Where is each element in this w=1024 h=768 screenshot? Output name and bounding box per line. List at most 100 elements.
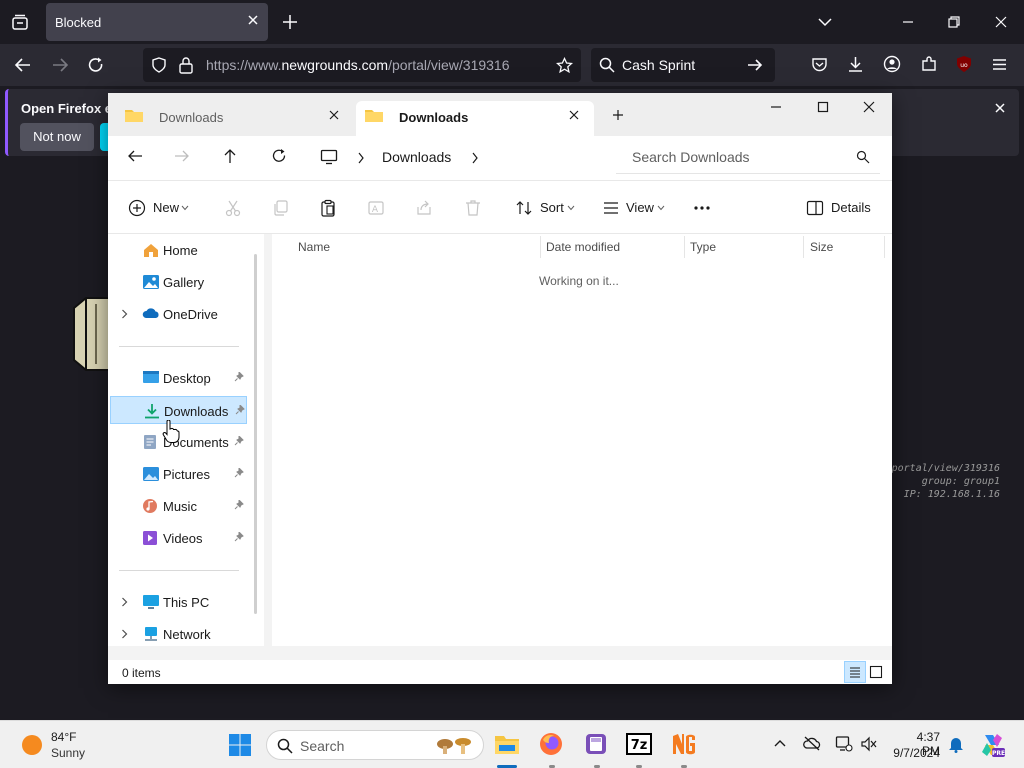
view-icon[interactable] [602,199,620,217]
column-type[interactable]: Type [690,240,716,254]
breadcrumb[interactable]: Downloads [312,140,606,174]
pin-icon[interactable] [234,532,244,542]
explorer-tab-2-active[interactable]: Downloads [356,101,594,136]
details-pane-icon[interactable] [806,200,824,216]
pin-icon[interactable] [234,500,244,510]
extensions-icon[interactable] [920,55,938,73]
nav-item-gallery[interactable]: Gallery [110,268,247,296]
new-tab-icon[interactable] [612,109,624,121]
chevron-down-icon[interactable] [567,205,575,211]
new-tab-icon[interactable] [281,13,299,31]
minimize-icon[interactable] [900,14,916,30]
column-name[interactable]: Name [298,240,330,254]
details-button[interactable]: Details [831,200,871,215]
up-arrow-icon[interactable] [222,148,238,164]
tiles-view-icon[interactable] [869,665,883,679]
notes-app-icon[interactable] [584,732,608,756]
sun-icon[interactable] [21,734,43,756]
minimize-icon[interactable] [770,101,782,113]
taskbar-search[interactable]: Search [266,730,484,760]
weather-temperature[interactable]: 84°F [51,730,76,744]
chevron-down-icon[interactable] [817,14,833,30]
details-view-icon[interactable] [844,661,866,683]
nav-item-desktop[interactable]: Desktop [110,364,247,392]
firefox-icon[interactable] [539,732,563,756]
column-separator[interactable] [803,236,804,258]
copy-icon[interactable] [272,199,290,217]
pin-icon[interactable] [234,468,244,478]
reload-icon[interactable] [87,56,105,74]
pane-splitter[interactable] [264,234,272,660]
nav-item-pictures[interactable]: Pictures [110,460,247,488]
not-now-button[interactable]: Not now [20,123,94,151]
clock-date[interactable]: 9/7/2024 [886,746,940,760]
explorer-tab-1[interactable]: Downloads [116,101,354,136]
ublock-icon[interactable]: uo [955,55,973,73]
star-icon[interactable] [556,57,573,74]
more-options-icon[interactable] [693,205,711,211]
chevron-right-icon[interactable] [121,597,128,607]
menu-icon[interactable] [991,56,1008,73]
column-separator[interactable] [684,236,685,258]
column-date-modified[interactable]: Date modified [546,240,620,254]
close-icon[interactable] [993,101,1007,115]
chevron-right-icon[interactable] [471,152,479,164]
chevron-right-icon[interactable] [357,152,365,164]
new-button[interactable]: New [153,200,179,215]
back-arrow-icon[interactable] [14,56,32,74]
chevron-right-icon[interactable] [121,629,128,639]
start-windows-icon[interactable] [228,733,252,757]
weather-condition[interactable]: Sunny [51,746,85,760]
forward-arrow-icon[interactable] [51,56,69,74]
sort-icon[interactable] [515,199,533,217]
view-button[interactable]: View [626,200,654,215]
column-size[interactable]: Size [810,240,833,254]
nav-item-home[interactable]: Home [110,236,247,264]
column-separator[interactable] [884,236,885,258]
pin-icon[interactable] [234,372,244,382]
download-icon[interactable] [847,55,864,73]
speaker-muted-icon[interactable] [860,735,878,753]
pin-icon[interactable] [235,405,245,415]
copilot-icon[interactable]: PRE [979,732,1005,758]
newgrounds-icon[interactable] [671,732,697,756]
nav-item-onedrive[interactable]: OneDrive [110,300,247,328]
rename-icon[interactable]: A [367,199,385,217]
nav-item-videos[interactable]: Videos [110,524,247,552]
chevron-down-icon[interactable] [181,205,189,211]
new-plus-icon[interactable] [128,199,146,217]
delete-icon[interactable] [464,199,482,217]
share-icon[interactable] [415,199,433,217]
back-arrow-icon[interactable] [127,148,143,164]
explorer-search-input[interactable]: Search Downloads [616,140,880,174]
close-icon[interactable] [246,13,260,27]
pin-icon[interactable] [234,436,244,446]
go-arrow-icon[interactable] [747,57,763,73]
close-window-icon[interactable] [993,14,1009,30]
close-tab-icon[interactable] [328,109,340,121]
7zip-icon[interactable]: 7z [626,733,652,755]
forward-arrow-icon[interactable] [174,148,190,164]
close-tab-icon[interactable] [568,109,580,121]
column-separator[interactable] [540,236,541,258]
sort-button[interactable]: Sort [540,200,564,215]
cut-icon[interactable] [224,199,242,217]
paste-icon[interactable] [319,199,337,217]
browser-tab-blocked[interactable]: Blocked [46,3,268,41]
pocket-icon[interactable] [811,56,828,73]
close-window-icon[interactable] [863,101,875,113]
shield-icon[interactable] [151,57,167,73]
navigation-scrollbar[interactable] [254,254,257,614]
chevron-up-icon[interactable] [773,738,787,748]
restore-icon[interactable] [946,14,962,30]
lock-icon[interactable] [178,56,194,74]
breadcrumb-downloads[interactable]: Downloads [382,149,451,165]
cloud-sync-icon[interactable] [803,735,821,751]
refresh-icon[interactable] [271,148,287,164]
maximize-icon[interactable] [817,101,829,113]
chevron-right-icon[interactable] [121,309,128,319]
nav-item-this-pc[interactable]: This PC [110,588,247,616]
account-icon[interactable] [883,55,901,73]
chevron-down-icon[interactable] [657,205,665,211]
tab-overview-icon[interactable] [11,13,29,31]
